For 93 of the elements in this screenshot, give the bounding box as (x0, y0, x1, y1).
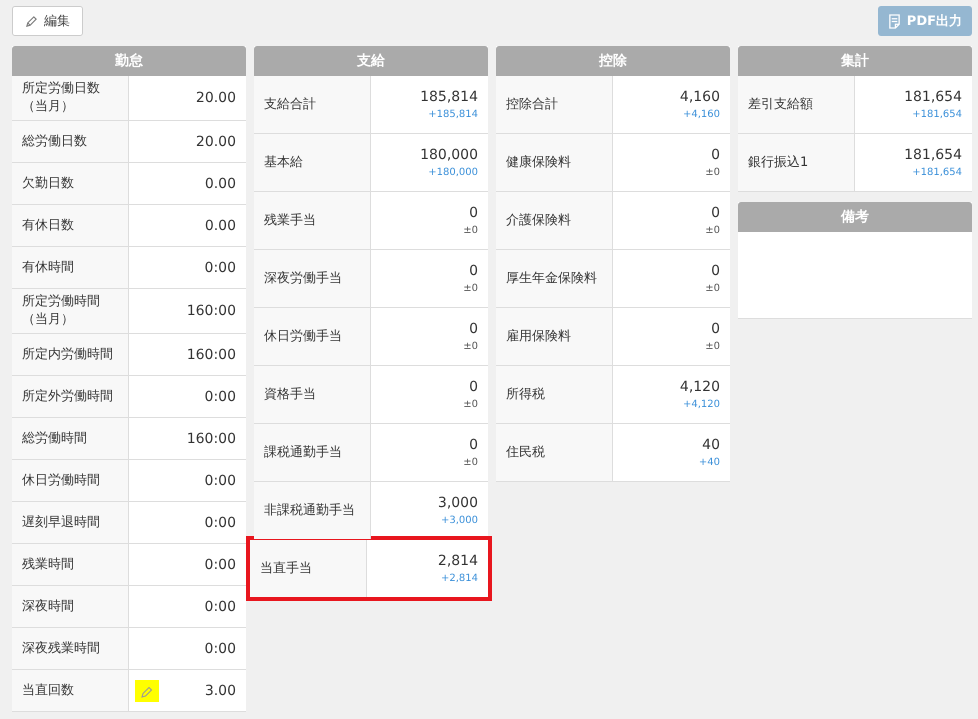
panel-header: 備考 (738, 202, 972, 232)
row-label: 資格手当 (254, 366, 371, 423)
change-amount: +181,654 (912, 167, 962, 178)
row-value: 0:00 (204, 598, 236, 614)
change-amount: ±0 (705, 341, 720, 352)
row-label: 残業時間 (12, 544, 129, 585)
row-value: 0:00 (204, 388, 236, 404)
row-label: 深夜労働手当 (254, 250, 371, 307)
row-label: 銀行振込1 (738, 134, 855, 191)
row-value: 0.00 (204, 218, 236, 234)
row-label: 所定労働時間（当月） (12, 289, 129, 333)
row-value: 0:00 (204, 556, 236, 572)
row-amount: 2,814 (438, 553, 478, 569)
change-amount: +2,814 (440, 573, 478, 584)
change-amount: ±0 (705, 225, 720, 236)
row-label: 休日労働時間 (12, 460, 129, 501)
panel-header: 集計 (738, 46, 972, 76)
change-amount: +180,000 (428, 167, 478, 178)
change-amount: +4,120 (682, 399, 720, 410)
change-amount: +181,654 (912, 109, 962, 120)
row-value: 0:00 (204, 640, 236, 656)
row-value: 160:00 (186, 346, 236, 362)
row-label: 介護保険料 (496, 192, 613, 249)
row-label: 差引支給額 (738, 76, 855, 133)
row-amount: 40 (702, 437, 720, 453)
change-amount: ±0 (463, 283, 478, 294)
row-amount: 0 (469, 379, 478, 395)
row-value: 160:00 (186, 430, 236, 446)
row-value: 0:00 (204, 472, 236, 488)
row-amount: 181,654 (904, 147, 962, 163)
row-amount: 180,000 (420, 147, 478, 163)
row-value: 0.00 (204, 176, 236, 192)
change-amount: ±0 (463, 457, 478, 468)
row-label: 雇用保険料 (496, 308, 613, 365)
row-label: 有休日数 (12, 205, 129, 246)
row-label: 休日労働手当 (254, 308, 371, 365)
row-label: 残業手当 (254, 192, 371, 249)
row-label: 欠勤日数 (12, 163, 129, 204)
row-label: 総労働日数 (12, 121, 129, 162)
row-amount: 4,160 (680, 89, 720, 105)
row-label: 当直手当 (250, 540, 367, 597)
row-amount: 0 (711, 147, 720, 163)
row-amount: 0 (469, 205, 478, 221)
row-value: 20.00 (196, 90, 236, 106)
change-amount: ±0 (463, 399, 478, 410)
row-label: 所定外労働時間 (12, 376, 129, 417)
change-amount: ±0 (705, 283, 720, 294)
row-label: 支給合計 (254, 76, 371, 133)
row-label: 非課税通勤手当 (254, 482, 371, 539)
row-value: 20.00 (196, 134, 236, 150)
change-amount: ±0 (705, 167, 720, 178)
row-label: 住民税 (496, 424, 613, 481)
row-value: 3.00 (204, 682, 236, 698)
panel-header: 勤怠 (12, 46, 246, 76)
row-amount: 0 (469, 321, 478, 337)
row-label: 所定内労働時間 (12, 334, 129, 375)
pencil-icon (25, 14, 38, 28)
change-amount: +3,000 (440, 515, 478, 526)
row-label: 遅刻早退時間 (12, 502, 129, 543)
row-amount: 0 (711, 205, 720, 221)
row-label: 深夜残業時間 (12, 628, 129, 669)
row-value: 0:00 (204, 514, 236, 530)
row-label: 基本給 (254, 134, 371, 191)
row-label: 所得税 (496, 366, 613, 423)
row-amount: 0 (711, 263, 720, 279)
row-label: 当直回数 (12, 670, 129, 711)
row-amount: 3,000 (438, 495, 478, 511)
change-amount: +185,814 (428, 109, 478, 120)
row-label: 所定労働日数（当月） (12, 76, 129, 120)
row-amount: 0 (711, 321, 720, 337)
panel-header: 控除 (496, 46, 730, 76)
row-label: 控除合計 (496, 76, 613, 133)
row-label: 健康保険料 (496, 134, 613, 191)
row-amount: 185,814 (420, 89, 478, 105)
row-label: 総労働時間 (12, 418, 129, 459)
row-label: 深夜時間 (12, 586, 129, 627)
edit-button[interactable]: 編集 (12, 6, 83, 36)
highlighted-pencil-icon (135, 680, 159, 702)
row-label: 課税通勤手当 (254, 424, 371, 481)
document-icon (888, 14, 901, 28)
change-amount: +40 (698, 457, 720, 468)
change-amount: ±0 (463, 225, 478, 236)
row-value: 0:00 (204, 260, 236, 276)
panel-header: 支給 (254, 46, 488, 76)
row-value: 160:00 (186, 303, 236, 319)
change-amount: ±0 (463, 341, 478, 352)
row-amount: 0 (469, 263, 478, 279)
row-amount: 181,654 (904, 89, 962, 105)
row-amount: 0 (469, 437, 478, 453)
row-label: 厚生年金保険料 (496, 250, 613, 307)
row-label: 有休時間 (12, 247, 129, 288)
row-amount: 4,120 (680, 379, 720, 395)
change-amount: +4,160 (682, 109, 720, 120)
